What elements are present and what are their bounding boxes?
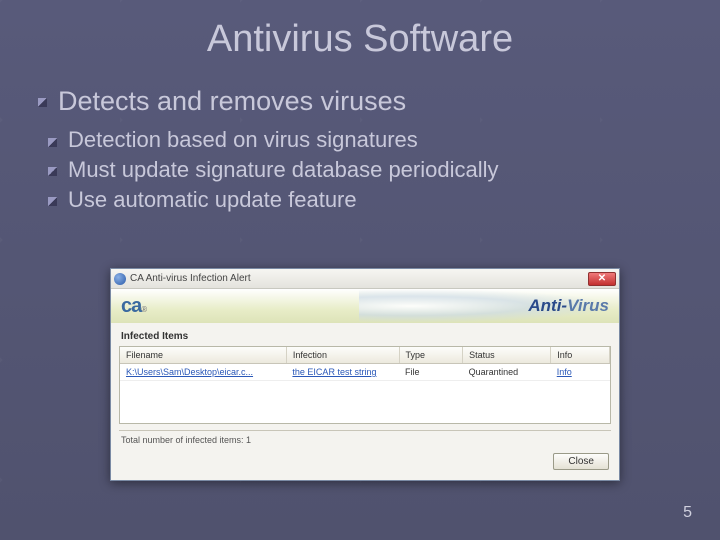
col-header-status[interactable]: Status bbox=[463, 347, 551, 364]
bullet-item: Detects and removes viruses bbox=[38, 83, 682, 119]
cell-info-link[interactable]: Info bbox=[551, 364, 610, 381]
col-header-info[interactable]: Info bbox=[551, 347, 610, 364]
cell-status: Quarantined bbox=[463, 364, 551, 381]
bullet-item: Detection based on virus signatures bbox=[48, 125, 682, 155]
cell-infection[interactable]: the EICAR test string bbox=[286, 364, 399, 381]
antivirus-alert-dialog: CA Anti-virus Infection Alert ✕ ca® Anti… bbox=[110, 268, 620, 481]
bullet-list: Detects and removes viruses Detection ba… bbox=[38, 83, 682, 215]
section-label: Infected Items bbox=[111, 323, 619, 346]
bullet-item: Use automatic update feature bbox=[48, 185, 682, 215]
cell-type: File bbox=[399, 364, 463, 381]
col-header-type[interactable]: Type bbox=[399, 347, 463, 364]
col-header-filename[interactable]: Filename bbox=[120, 347, 286, 364]
slide-title: Antivirus Software bbox=[38, 18, 682, 61]
app-icon bbox=[114, 273, 126, 285]
dialog-titlebar: CA Anti-virus Infection Alert ✕ bbox=[111, 269, 619, 289]
window-close-button[interactable]: ✕ bbox=[588, 272, 616, 286]
table-row[interactable]: K:\Users\Sam\Desktop\eicar.c... the EICA… bbox=[120, 364, 610, 381]
titlebar-left: CA Anti-virus Infection Alert bbox=[114, 273, 251, 285]
infected-items-table: Filename Infection Type Status Info K:\U… bbox=[119, 346, 611, 424]
cell-filename[interactable]: K:\Users\Sam\Desktop\eicar.c... bbox=[120, 364, 286, 381]
bullet-item: Must update signature database periodica… bbox=[48, 155, 682, 185]
close-button[interactable]: Close bbox=[553, 453, 609, 470]
close-icon: ✕ bbox=[598, 274, 606, 284]
dialog-title-text: CA Anti-virus Infection Alert bbox=[130, 273, 251, 284]
slide: Antivirus Software Detects and removes v… bbox=[0, 0, 720, 540]
antivirus-logo: Anti-Virus bbox=[528, 296, 609, 316]
ca-logo: ca® bbox=[121, 295, 146, 318]
page-number: 5 bbox=[683, 504, 692, 522]
table-header-row: Filename Infection Type Status Info bbox=[120, 347, 610, 364]
button-row: Close bbox=[111, 447, 619, 480]
total-infected-label: Total number of infected items: 1 bbox=[111, 431, 619, 447]
dialog-header-band: ca® Anti-Virus bbox=[111, 289, 619, 323]
col-header-infection[interactable]: Infection bbox=[286, 347, 399, 364]
